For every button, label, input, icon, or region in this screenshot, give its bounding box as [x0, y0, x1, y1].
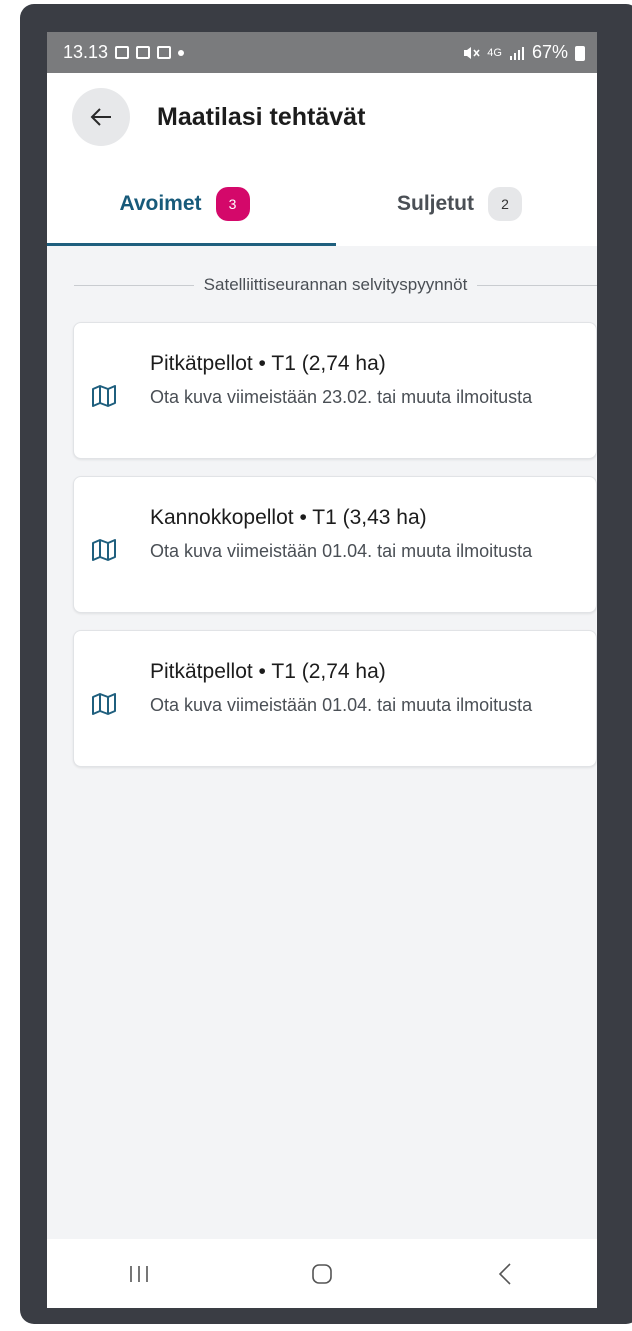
status-bar-right: 4G 67%	[462, 42, 585, 63]
more-notifications-icon	[178, 49, 185, 56]
task-title: Kannokkopellot • T1 (3,43 ha)	[150, 506, 427, 529]
home-button[interactable]	[292, 1254, 352, 1294]
task-card[interactable]: Pitkätpellot • T1 (2,74 ha) Ota kuva vii…	[73, 322, 597, 459]
map-icon	[91, 539, 117, 561]
tab-bar: Avoimet 3 Suljetut 2	[47, 161, 597, 246]
task-card[interactable]: Kannokkopellot • T1 (3,43 ha) Ota kuva v…	[73, 476, 597, 613]
task-description: Ota kuva viimeistään 01.04. tai muuta il…	[150, 541, 533, 561]
home-icon	[310, 1262, 334, 1286]
tab-open-label: Avoimet	[119, 191, 202, 215]
signal-icon	[509, 45, 525, 61]
battery-icon	[575, 46, 585, 61]
app-screen: 13.13 4G 67% Maatilasi tehtävät Avoimet …	[47, 32, 597, 1308]
tab-open[interactable]: Avoimet 3	[47, 161, 336, 246]
back-nav-button[interactable]	[475, 1254, 535, 1294]
battery-percentage: 67%	[531, 42, 568, 62]
mute-icon	[462, 45, 480, 61]
arrow-left-icon	[90, 108, 112, 126]
section-title: Satelliittiseurannan selvityspyynnöt	[203, 275, 468, 294]
task-list: Pitkätpellot • T1 (2,74 ha) Ota kuva vii…	[73, 322, 597, 784]
status-bar-left: 13.13	[63, 42, 185, 63]
tab-closed[interactable]: Suljetut 2	[322, 161, 597, 246]
system-navigation-bar	[47, 1239, 597, 1308]
active-tab-indicator	[47, 243, 336, 246]
app-header: Maatilasi tehtävät	[47, 73, 597, 161]
tab-open-count-badge: 3	[215, 186, 250, 221]
status-time: 13.13	[63, 42, 109, 62]
task-title: Pitkätpellot • T1 (2,74 ha)	[150, 660, 386, 683]
section-divider-left	[74, 284, 194, 286]
page-title: Maatilasi tehtävät	[157, 102, 366, 131]
map-icon	[91, 385, 117, 407]
back-button[interactable]	[72, 88, 130, 146]
network-type-icon: 4G	[487, 46, 502, 59]
status-bar: 13.13 4G 67%	[47, 32, 597, 73]
app-notification-icon	[136, 46, 151, 59]
section-heading: Satelliittiseurannan selvityspyynnöt	[74, 272, 597, 298]
map-icon	[91, 693, 117, 715]
tab-closed-count-badge: 2	[488, 186, 522, 221]
task-title: Pitkätpellot • T1 (2,74 ha)	[150, 352, 386, 375]
task-description: Ota kuva viimeistään 23.02. tai muuta il…	[150, 387, 533, 407]
recent-apps-button[interactable]	[109, 1254, 169, 1294]
task-card[interactable]: Pitkätpellot • T1 (2,74 ha) Ota kuva vii…	[73, 630, 597, 767]
mail-notification-icon	[157, 46, 172, 59]
recent-apps-icon	[128, 1264, 150, 1284]
section-divider-right	[477, 284, 597, 286]
task-description: Ota kuva viimeistään 01.04. tai muuta il…	[150, 695, 533, 715]
tab-closed-label: Suljetut	[397, 191, 474, 215]
gallery-notification-icon	[115, 46, 130, 59]
chevron-left-icon	[498, 1262, 512, 1286]
